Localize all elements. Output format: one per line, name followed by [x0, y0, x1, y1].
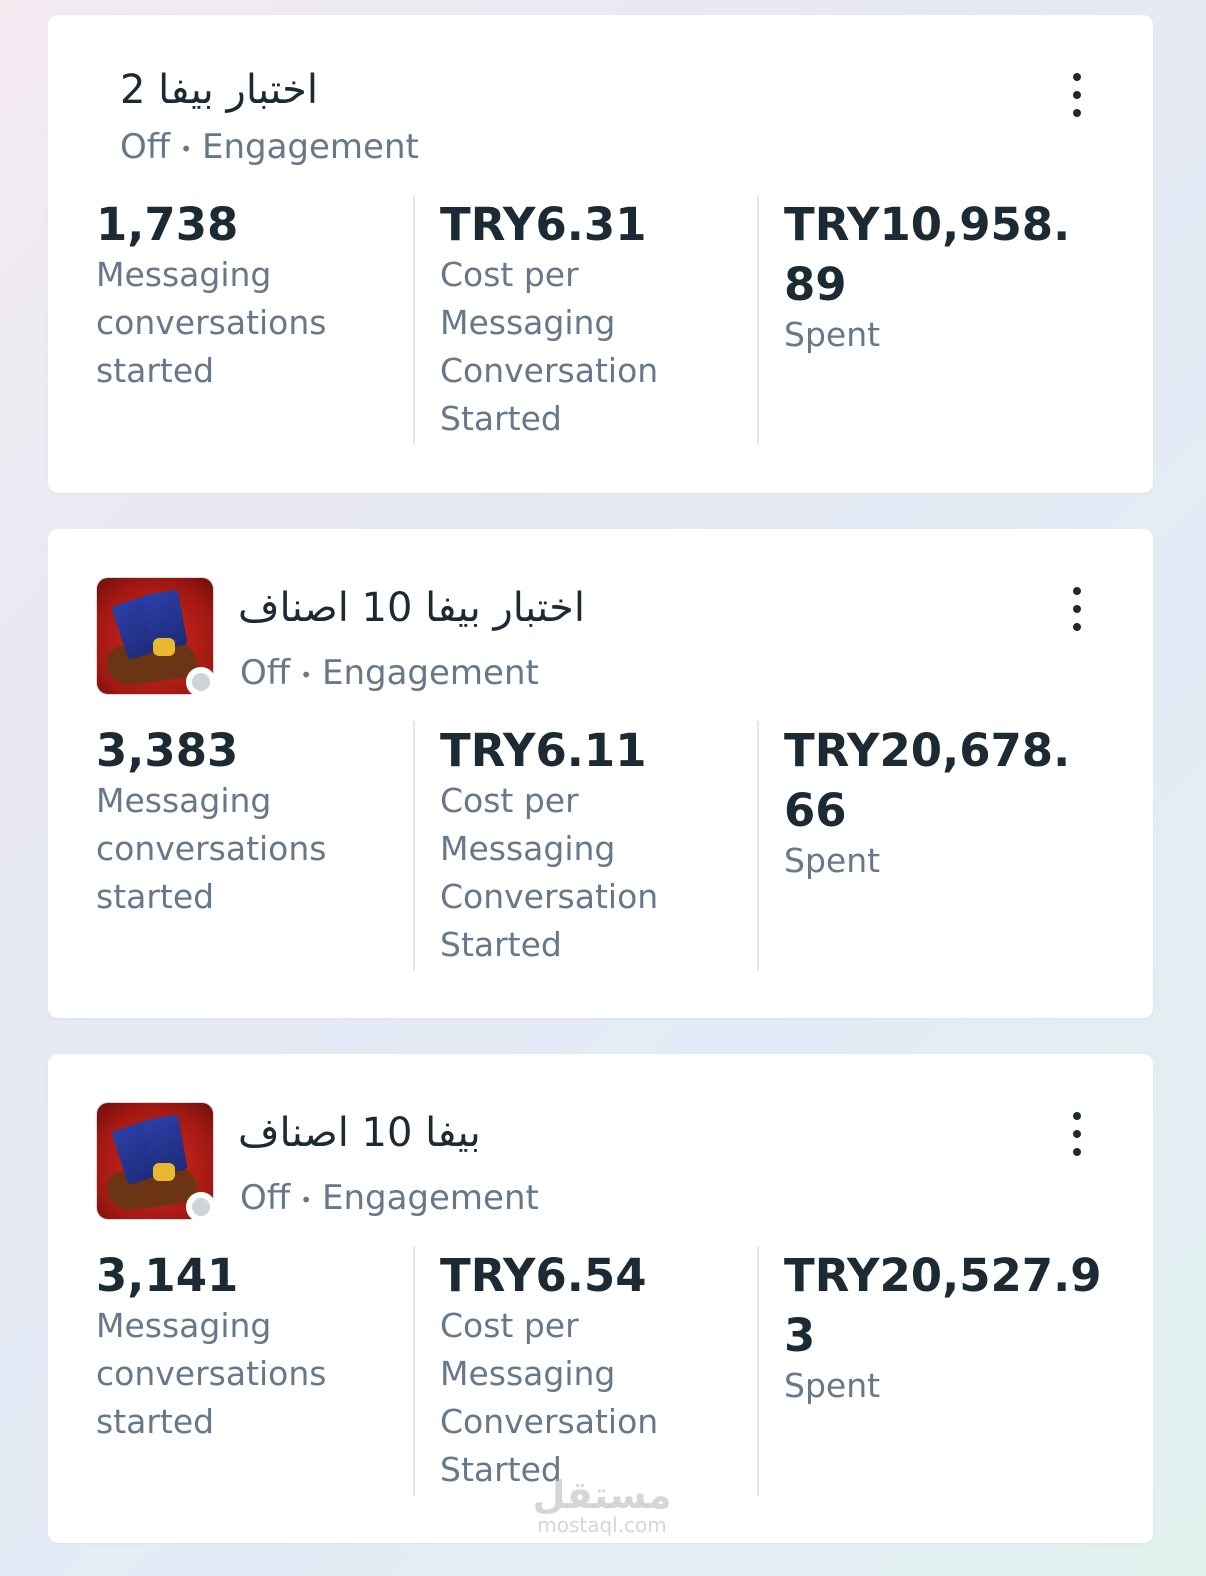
status-text: Off	[240, 653, 291, 693]
status-dot-icon	[186, 1192, 216, 1222]
divider	[757, 195, 759, 445]
metric-spent: TRY20,678.66 Spent	[784, 721, 1084, 885]
divider	[757, 721, 759, 971]
metric-cost: TRY6.54 Cost per Messaging Conversation …	[440, 1246, 770, 1494]
campaign-thumbnail	[96, 577, 216, 697]
metric-label: Messaging conversations started	[96, 255, 327, 390]
metric-label: Cost per Messaging Conversation Started	[440, 781, 659, 964]
divider	[413, 195, 415, 445]
metric-cost: TRY6.31 Cost per Messaging Conversation …	[440, 195, 770, 443]
campaign-status-line: Off • Engagement	[240, 1178, 539, 1218]
divider	[757, 1246, 759, 1496]
campaign-thumbnail	[96, 1102, 216, 1222]
metric-value: 3,383	[96, 724, 239, 777]
metric-spent: TRY10,958.89 Spent	[784, 195, 1084, 359]
campaign-card[interactable]: بيفا 10 اصناف Off • Engagement 3,141 Messa…	[48, 1054, 1153, 1543]
metric-value: TRY6.11	[440, 724, 647, 777]
metric-label: Cost per Messaging Conversation Started	[440, 255, 659, 438]
campaign-status-line: Off • Engagement	[120, 127, 419, 167]
campaign-name: اختبار بيفا 10 اصناف	[238, 585, 585, 631]
metric-conversations: 1,738 Messaging conversations started	[96, 195, 426, 395]
metric-conversations: 3,141 Messaging conversations started	[96, 1246, 426, 1446]
separator-dot: •	[300, 1187, 312, 1212]
watermark-arabic: مستقل	[532, 1473, 672, 1517]
metric-value: TRY20,678.66	[784, 724, 1071, 837]
metric-value: 1,738	[96, 198, 239, 251]
metric-cost: TRY6.11 Cost per Messaging Conversation …	[440, 721, 770, 969]
status-text: Off	[120, 127, 171, 167]
objective-text: Engagement	[321, 653, 539, 693]
divider	[413, 721, 415, 971]
metric-label: Spent	[784, 315, 881, 354]
status-dot-icon	[186, 667, 216, 697]
watermark-latin: mostaql.com	[537, 1513, 667, 1537]
separator-dot: •	[300, 662, 312, 687]
metric-value: TRY6.54	[440, 1249, 647, 1302]
metric-value: TRY6.31	[440, 198, 647, 251]
metric-conversations: 3,383 Messaging conversations started	[96, 721, 426, 921]
metric-value: 3,141	[96, 1249, 239, 1302]
metric-value: TRY10,958.89	[784, 198, 1071, 311]
campaign-card[interactable]: اختبار بيفا 10 اصناف Off • Engagement 3,38…	[48, 529, 1153, 1018]
metric-label: Cost per Messaging Conversation Started	[440, 1306, 659, 1489]
watermark: مستقل mostaql.com	[522, 1476, 682, 1536]
status-text: Off	[240, 1178, 291, 1218]
more-options-icon[interactable]	[1065, 73, 1089, 117]
metric-label: Spent	[784, 1366, 881, 1405]
metric-label: Messaging conversations started	[96, 781, 327, 916]
campaign-status-line: Off • Engagement	[240, 653, 539, 693]
metric-label: Messaging conversations started	[96, 1306, 327, 1441]
objective-text: Engagement	[321, 1178, 539, 1218]
divider	[413, 1246, 415, 1496]
metric-label: Spent	[784, 841, 881, 880]
objective-text: Engagement	[201, 127, 419, 167]
campaign-name: بيفا 10 اصناف	[238, 1110, 481, 1156]
campaign-card[interactable]: اختبار بيفا 2 Off • Engagement 1,738 Messa…	[48, 15, 1153, 493]
metric-spent: TRY20,527.93 Spent	[784, 1246, 1124, 1410]
metric-value: TRY20,527.93	[784, 1249, 1102, 1362]
more-options-icon[interactable]	[1065, 587, 1089, 631]
more-options-icon[interactable]	[1065, 1112, 1089, 1156]
campaign-name: اختبار بيفا 2	[120, 67, 318, 113]
separator-dot: •	[180, 136, 192, 161]
